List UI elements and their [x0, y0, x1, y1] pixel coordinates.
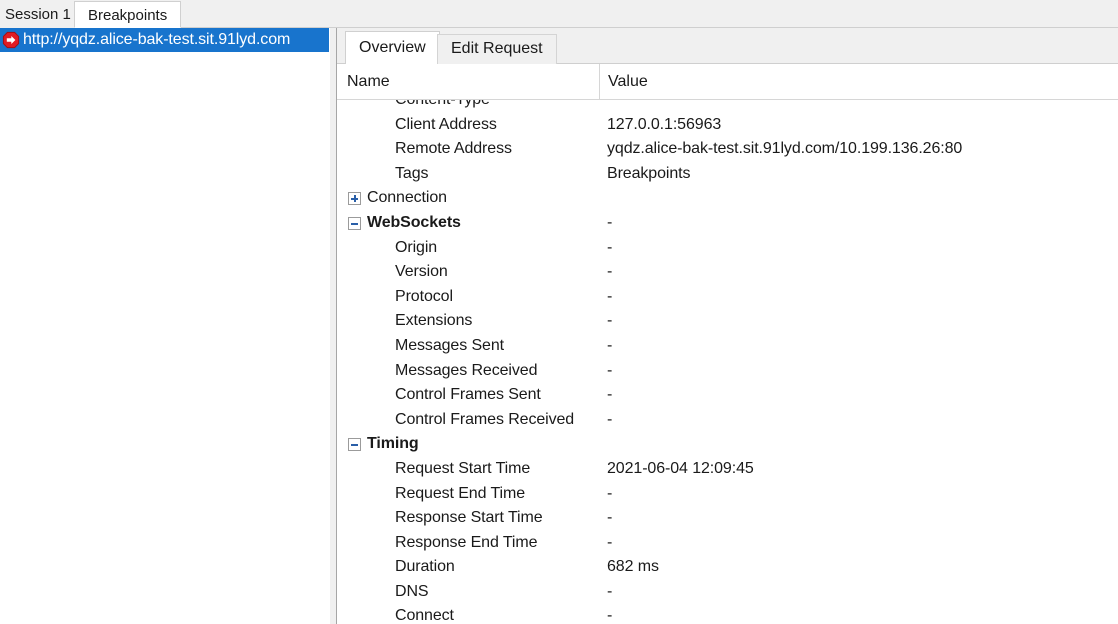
row-name: Request End Time — [395, 484, 526, 502]
tab-breakpoints[interactable]: Breakpoints — [74, 1, 182, 28]
row-name: Messages Sent — [395, 336, 504, 354]
table-row[interactable]: DNS - — [337, 580, 1118, 605]
detail-panel: Overview Edit Request Name Value Content… — [337, 28, 1118, 624]
row-name: Request Start Time — [395, 459, 531, 477]
breakpoint-icon — [2, 31, 20, 49]
table-row[interactable]: WebSockets - — [337, 211, 1118, 236]
row-value: yqdz.alice-bak-test.sit.91lyd.com/10.199… — [607, 140, 963, 158]
row-value: 127.0.0.1:56963 — [607, 115, 722, 133]
row-name: Remote Address — [395, 140, 512, 158]
detail-tabbar: Overview Edit Request — [337, 28, 1118, 65]
table-row[interactable]: Remote Address yqdz.alice-bak-test.sit.91… — [337, 137, 1118, 162]
row-value: - — [607, 607, 613, 623]
table-row[interactable]: Protocol - — [337, 285, 1118, 310]
row-name: Duration — [395, 558, 455, 576]
row-value: - — [607, 533, 613, 551]
column-header-name[interactable]: Name — [337, 64, 600, 99]
row-value: 682 ms — [607, 558, 659, 576]
row-name: WebSockets — [367, 213, 461, 231]
table-row[interactable]: Version - — [337, 260, 1118, 285]
row-value: - — [607, 582, 613, 600]
list-item[interactable]: http://yqdz.alice-bak-test.sit.91lyd.com — [0, 28, 329, 52]
row-value: - — [607, 410, 613, 428]
session-tabstrip: Session 1 * Breakpoints — [0, 0, 1118, 28]
panel-splitter[interactable] — [329, 28, 337, 624]
row-name: Version — [395, 263, 448, 281]
list-item-label: http://yqdz.alice-bak-test.sit.91lyd.com — [23, 31, 291, 48]
table-row[interactable]: Connection — [337, 186, 1118, 211]
tab-overview[interactable]: Overview — [345, 31, 440, 65]
row-value: Breakpoints — [607, 164, 691, 182]
grid-header: Name Value — [337, 64, 1118, 100]
collapse-icon[interactable] — [348, 216, 361, 230]
column-header-value[interactable]: Value — [600, 64, 1118, 99]
row-value: - — [607, 484, 613, 502]
table-row[interactable]: Response End Time - — [337, 531, 1118, 556]
row-name: Connect — [395, 607, 454, 623]
row-value: - — [607, 213, 613, 231]
row-name: Extensions — [395, 312, 473, 330]
breakpoint-list-panel[interactable]: http://yqdz.alice-bak-test.sit.91lyd.com — [0, 28, 329, 624]
grid-rows: Content-Type Client Address 127.0.0.1:5696… — [337, 100, 1118, 623]
row-value: 2021-06-04 12:09:45 — [607, 459, 754, 477]
table-row[interactable]: Response Start Time - — [337, 506, 1118, 531]
fiddler-breakpoints-window: Session 1 * Breakpoints http://yqdz.alic… — [0, 0, 1118, 624]
tab-edit-request[interactable]: Edit Request — [437, 34, 557, 64]
row-name: Protocol — [395, 287, 453, 305]
row-value: - — [607, 287, 613, 305]
row-value: - — [607, 361, 613, 379]
row-value: - — [607, 238, 613, 256]
row-name: Response End Time — [395, 533, 538, 551]
row-name: Timing — [367, 435, 419, 453]
row-value: - — [607, 312, 613, 330]
table-row[interactable]: Request Start Time 2021-06-04 12:09:45 — [337, 457, 1118, 482]
row-name: Content-Type — [395, 100, 490, 113]
table-row[interactable]: Connect - — [337, 604, 1118, 623]
expand-icon[interactable] — [348, 192, 361, 206]
table-row[interactable]: Duration 682 ms — [337, 555, 1118, 580]
collapse-icon[interactable] — [348, 438, 361, 452]
table-row[interactable]: Content-Type — [337, 100, 1118, 113]
row-name: Connection — [367, 189, 447, 207]
table-row[interactable]: Timing — [337, 432, 1118, 457]
table-row[interactable]: Messages Received - — [337, 359, 1118, 384]
row-value: - — [607, 263, 613, 281]
row-name: Control Frames Sent — [395, 386, 541, 404]
row-value: - — [607, 509, 613, 527]
table-row[interactable]: Request End Time - — [337, 482, 1118, 507]
row-value: - — [607, 386, 613, 404]
table-row[interactable]: Origin - — [337, 236, 1118, 261]
row-value: - — [607, 336, 613, 354]
table-row[interactable]: Control Frames Received - — [337, 408, 1118, 433]
row-name: Origin — [395, 238, 438, 256]
table-row[interactable]: Control Frames Sent - — [337, 383, 1118, 408]
table-row[interactable]: Messages Sent - — [337, 334, 1118, 359]
row-name: Control Frames Received — [395, 410, 575, 428]
row-name: DNS — [395, 582, 429, 600]
row-name: Client Address — [395, 115, 497, 133]
row-name: Messages Received — [395, 361, 538, 379]
table-row[interactable]: Client Address 127.0.0.1:56963 — [337, 113, 1118, 138]
row-name: Tags — [395, 164, 429, 182]
table-row[interactable]: Tags Breakpoints — [337, 162, 1118, 187]
row-name: Response Start Time — [395, 509, 543, 527]
grid-body[interactable]: Content-Type Client Address 127.0.0.1:5696… — [337, 100, 1118, 623]
table-row[interactable]: Extensions - — [337, 309, 1118, 334]
